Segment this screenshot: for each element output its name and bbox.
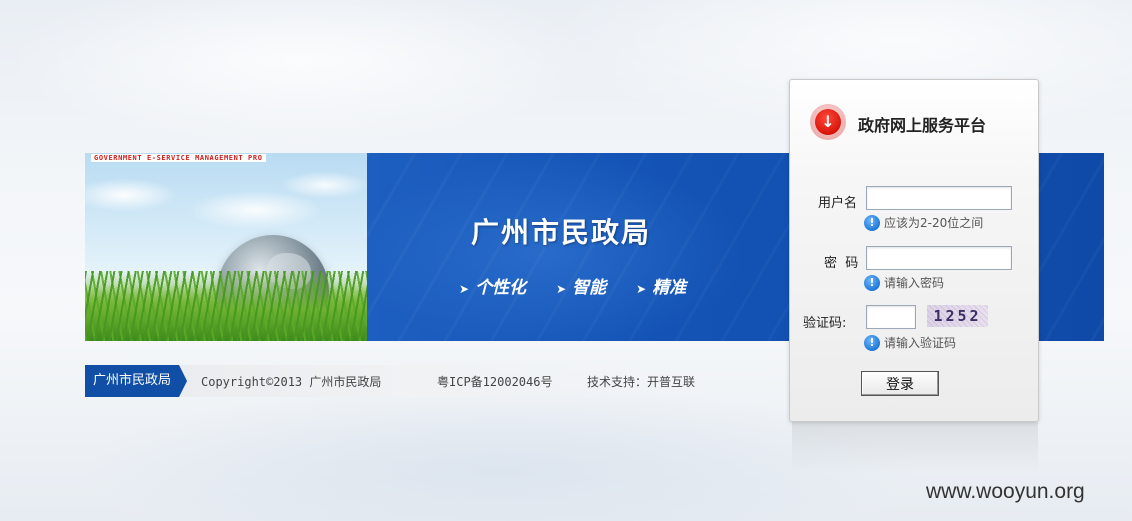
banner-tagline: GOVERNMENT E-SERVICE MANAGEMENT PRO [91, 154, 266, 162]
info-icon: ! [864, 214, 880, 231]
password-label: 密 码 [824, 256, 859, 271]
panel-reflection [792, 422, 1038, 472]
info-icon: ! [864, 334, 880, 351]
watermark: www.wooyun.org [926, 480, 1085, 503]
banner-image: GOVERNMENT E-SERVICE MANAGEMENT PRO [85, 153, 367, 341]
footer-support: 技术支持：开普互联 [587, 375, 696, 389]
username-input[interactable] [866, 186, 1012, 210]
footer-tag: 广州市民政局 [85, 365, 187, 397]
arrow-icon: ➤ [636, 282, 647, 296]
banner-slogans: ➤ 个性化 ➤ 智能 ➤ 精准 [459, 273, 686, 298]
login-panel: ↓ 政府网上服务平台 用户名 ! 应该为2-20位之间 密 码 ! 请输入密码 … [789, 79, 1039, 422]
footer-icp: 粤ICP备12002046号 [437, 375, 553, 389]
login-button[interactable]: 登录 [861, 371, 939, 396]
arrow-icon: ➤ [556, 282, 567, 296]
captcha-hint: ! 请输入验证码 [864, 334, 956, 351]
slogan-item: ➤ 智能 [556, 273, 606, 298]
banner-clouds [85, 165, 367, 255]
captcha-hint-text: 请输入验证码 [884, 336, 957, 350]
slogan-item: ➤ 个性化 [459, 273, 526, 298]
captcha-image[interactable]: 1252 [927, 305, 988, 327]
password-hint-text: 请输入密码 [884, 276, 945, 290]
username-hint-text: 应该为2-20位之间 [884, 216, 984, 230]
captcha-label: 验证码: [803, 316, 847, 331]
slogan-item: ➤ 精准 [636, 273, 686, 298]
username-hint: ! 应该为2-20位之间 [864, 214, 983, 231]
download-arrow-icon: ↓ [810, 104, 846, 140]
password-hint: ! 请输入密码 [864, 274, 944, 291]
username-label: 用户名 [818, 196, 858, 211]
password-input[interactable] [866, 246, 1012, 270]
panel-title: 政府网上服务平台 [858, 116, 987, 135]
info-icon: ! [864, 274, 880, 291]
slogan-text: 精准 [652, 278, 687, 298]
banner-title: 广州市民政局 [471, 216, 652, 249]
slogan-text: 个性化 [475, 278, 527, 298]
arrow-icon: ➤ [459, 282, 470, 296]
footer-copyright: Copyright©2013 广州市民政局 [201, 375, 382, 389]
arrow-down-icon: ↓ [815, 109, 841, 135]
slogan-text: 智能 [572, 278, 607, 298]
captcha-input[interactable] [866, 305, 916, 329]
grass-image [85, 271, 367, 341]
